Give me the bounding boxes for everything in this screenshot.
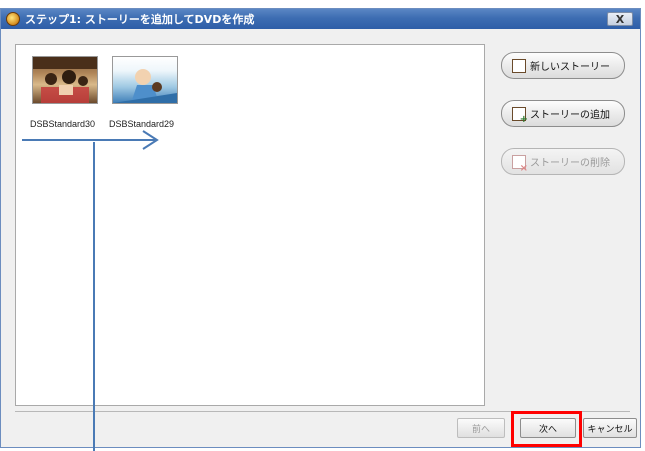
- new-story-label: 新しいストーリー: [530, 62, 610, 73]
- story-list-panel: DSBStandard30 DSBStandard29: [15, 44, 485, 406]
- app-icon: [6, 12, 20, 26]
- window-title: ステップ1: ストーリーを追加してDVDを作成: [25, 13, 255, 26]
- cancel-button[interactable]: キャンセル: [583, 418, 637, 438]
- dvd-wizard-window: ステップ1: ストーリーを追加してDVDを作成 X DSBStandard30 …: [0, 8, 641, 448]
- delete-story-button[interactable]: ストーリーの削除: [501, 148, 625, 175]
- new-story-button[interactable]: 新しいストーリー: [501, 52, 625, 79]
- book-icon: [512, 58, 526, 73]
- delete-book-icon: [512, 154, 528, 174]
- story-thumbnail-dsbstandard29[interactable]: [112, 56, 178, 104]
- story-label: DSBStandard30: [30, 119, 96, 129]
- add-story-label: ストーリーの追加: [530, 110, 610, 121]
- delete-story-label: ストーリーの削除: [530, 158, 610, 169]
- story-label: DSBStandard29: [109, 119, 175, 129]
- prev-button[interactable]: 前へ: [457, 418, 505, 438]
- add-book-icon: [512, 106, 528, 125]
- title-bar: ステップ1: ストーリーを追加してDVDを作成 X: [1, 9, 640, 29]
- story-thumbnail-dsbstandard30[interactable]: [32, 56, 98, 104]
- next-button[interactable]: 次へ: [520, 418, 576, 438]
- close-button[interactable]: X: [607, 12, 633, 26]
- footer-divider: [15, 411, 630, 412]
- add-story-button[interactable]: ストーリーの追加: [501, 100, 625, 127]
